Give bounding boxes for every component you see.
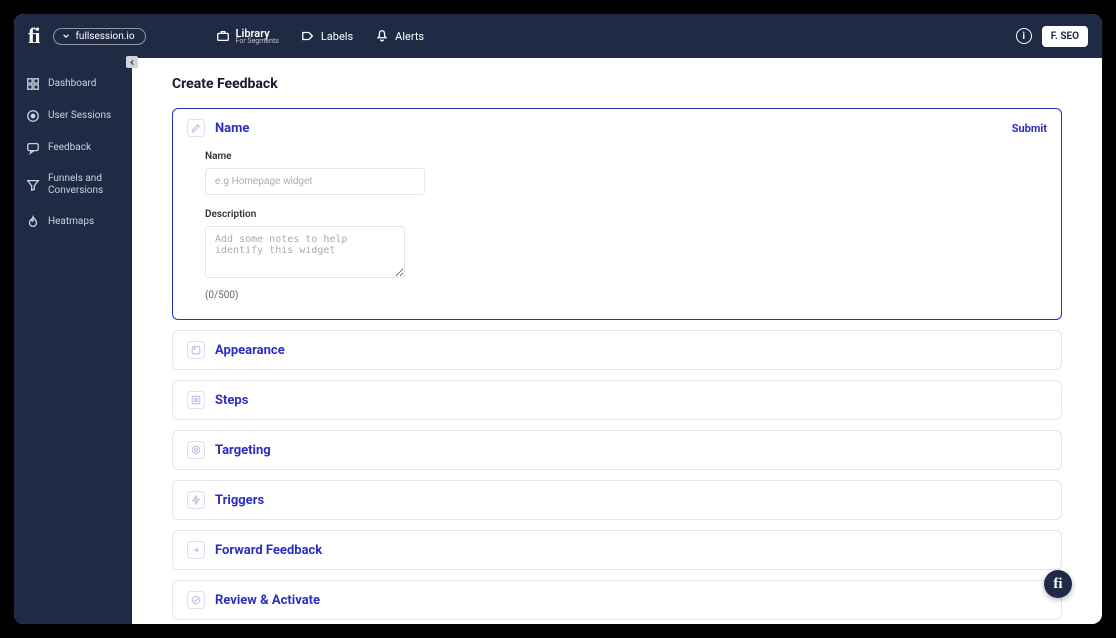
sidebar-item-label: Dashboard xyxy=(48,78,96,90)
section-forward-header[interactable]: Forward Feedback xyxy=(173,531,1061,569)
site-selector-label: fullsession.io xyxy=(75,31,134,42)
top-nav: Library For Segments Labels Alerts xyxy=(216,28,425,45)
section-review: Review & Activate xyxy=(172,580,1062,620)
sidebar-item-funnels[interactable]: Funnels and Conversions xyxy=(14,164,132,206)
tag-icon xyxy=(301,29,315,43)
nav-alerts[interactable]: Alerts xyxy=(375,29,424,43)
bolt-icon xyxy=(187,491,205,509)
edit-icon xyxy=(187,119,205,137)
main-content: Create Feedback Name Submit Name Descrip… xyxy=(132,58,1102,624)
forward-icon xyxy=(187,541,205,559)
sidebar-item-user-sessions[interactable]: User Sessions xyxy=(14,100,132,132)
nav-labels-label: Labels xyxy=(321,30,353,43)
section-appearance: Appearance xyxy=(172,330,1062,370)
section-review-header[interactable]: Review & Activate xyxy=(173,581,1061,619)
list-icon xyxy=(187,391,205,409)
user-menu[interactable]: F. SEO xyxy=(1042,26,1088,47)
sidebar-item-dashboard[interactable]: Dashboard xyxy=(14,68,132,100)
nav-labels[interactable]: Labels xyxy=(301,29,353,43)
grid-icon xyxy=(26,77,40,91)
submit-button[interactable]: Submit xyxy=(1012,122,1047,135)
info-icon[interactable]: i xyxy=(1016,28,1032,44)
sidebar-item-label: Heatmaps xyxy=(48,216,94,228)
target-icon xyxy=(187,441,205,459)
sidebar: Dashboard User Sessions Feedback Funnels… xyxy=(14,58,132,624)
nav-alerts-label: Alerts xyxy=(395,30,424,43)
sidebar-collapse-button[interactable] xyxy=(126,56,138,68)
section-name: Name Submit Name Description (0/500) xyxy=(172,108,1062,320)
funnel-icon xyxy=(26,178,40,192)
briefcase-icon xyxy=(216,29,230,43)
sidebar-item-label: Feedback xyxy=(48,142,91,154)
palette-icon xyxy=(187,341,205,359)
section-forward: Forward Feedback xyxy=(172,530,1062,570)
sidebar-item-label: User Sessions xyxy=(48,110,111,122)
nav-library[interactable]: Library For Segments xyxy=(216,28,279,45)
sidebar-item-label: Funnels and Conversions xyxy=(48,173,120,197)
check-circle-icon xyxy=(187,591,205,609)
section-targeting: Targeting xyxy=(172,430,1062,470)
chevron-left-icon xyxy=(129,59,136,66)
description-label: Description xyxy=(205,209,1029,220)
record-icon xyxy=(26,109,40,123)
description-input[interactable] xyxy=(205,226,405,278)
brand-logo: fi xyxy=(28,23,39,49)
top-bar: fi fullsession.io Library For Segments L… xyxy=(14,14,1102,58)
sidebar-item-heatmaps[interactable]: Heatmaps xyxy=(14,206,132,238)
sidebar-item-feedback[interactable]: Feedback xyxy=(14,132,132,164)
section-steps: Steps xyxy=(172,380,1062,420)
site-selector[interactable]: fullsession.io xyxy=(53,28,145,45)
section-triggers-header[interactable]: Triggers xyxy=(173,481,1061,519)
section-targeting-header[interactable]: Targeting xyxy=(173,431,1061,469)
help-widget[interactable]: fi xyxy=(1044,570,1072,598)
section-name-header[interactable]: Name Submit xyxy=(173,109,1061,147)
chat-icon xyxy=(26,141,40,155)
section-name-body: Name Description (0/500) xyxy=(173,147,1061,319)
fire-icon xyxy=(26,215,40,229)
bell-icon xyxy=(375,29,389,43)
nav-library-subtitle: For Segments xyxy=(236,38,279,45)
section-steps-header[interactable]: Steps xyxy=(173,381,1061,419)
chevron-down-icon xyxy=(62,32,70,40)
section-triggers: Triggers xyxy=(172,480,1062,520)
name-input[interactable] xyxy=(205,168,425,195)
description-counter: (0/500) xyxy=(205,290,1029,301)
name-label: Name xyxy=(205,151,1029,162)
section-appearance-header[interactable]: Appearance xyxy=(173,331,1061,369)
page-title: Create Feedback xyxy=(172,76,1062,92)
